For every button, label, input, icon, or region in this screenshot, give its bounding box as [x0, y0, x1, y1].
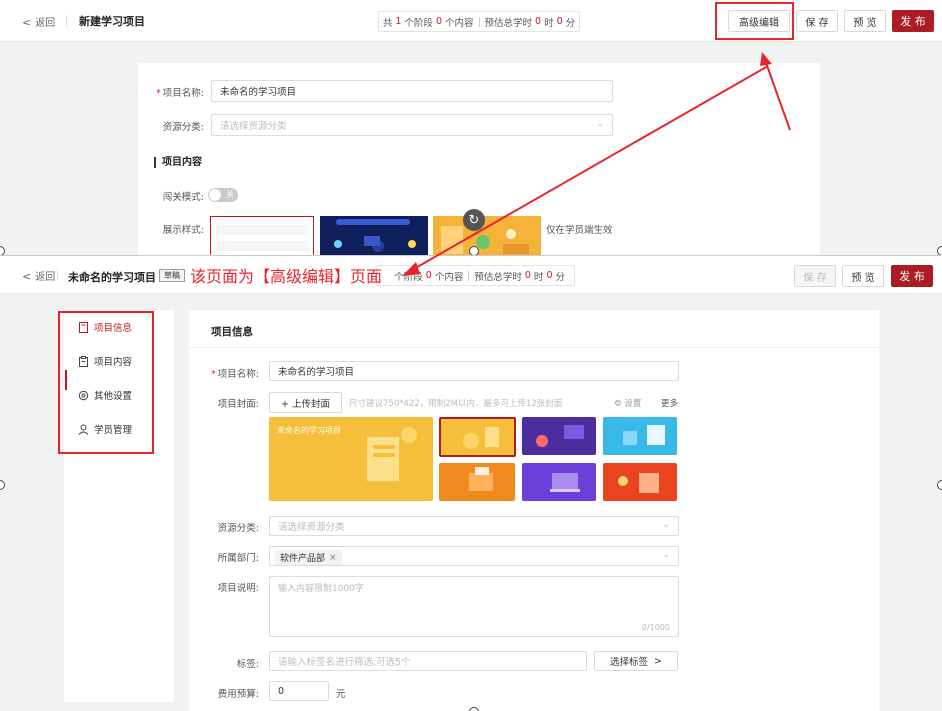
annotation-arrows — [402, 52, 791, 276]
